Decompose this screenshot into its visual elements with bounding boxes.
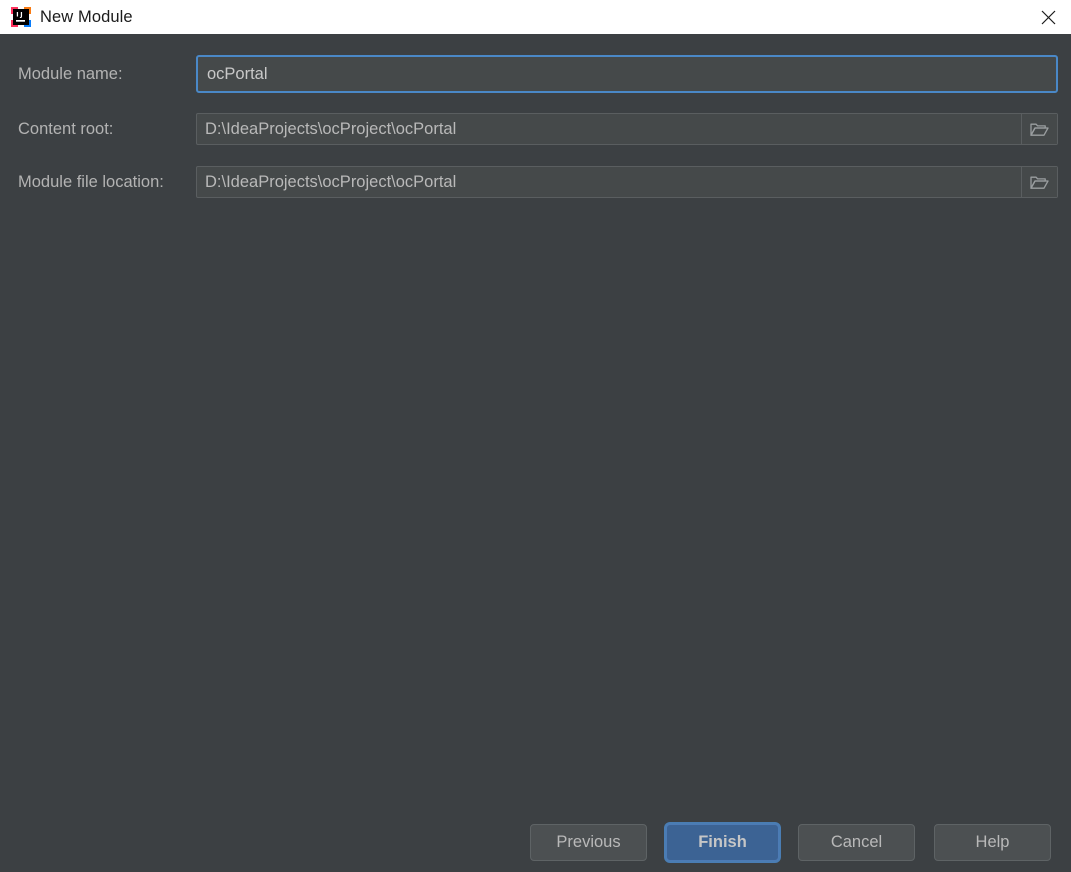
content-root-label: Content root: [18,119,114,138]
folder-icon [1030,122,1049,137]
content-root-path-field [196,113,1058,145]
window-title: New Module [40,7,133,26]
close-icon[interactable] [1025,0,1071,34]
module-file-location-input[interactable] [197,167,1021,197]
dialog-button-bar: Previous Finish Cancel Help [530,824,1051,861]
module-file-location-label: Module file location: [18,172,164,191]
finish-button[interactable]: Finish [666,824,779,861]
previous-button[interactable]: Previous [530,824,647,861]
module-name-input[interactable] [196,55,1058,93]
content-root-field-wrap [196,110,1058,148]
cancel-button[interactable]: Cancel [798,824,915,861]
svg-text:J: J [19,11,22,19]
content-root-browse-button[interactable] [1021,114,1057,144]
module-file-location-browse-button[interactable] [1021,167,1057,197]
field-row-module-name: Module name: [18,55,1058,93]
window-titlebar: I J New Module [0,0,1071,34]
intellij-idea-icon: I J [11,7,31,27]
module-file-location-path-field [196,166,1058,198]
content-root-input[interactable] [197,114,1021,144]
field-row-module-file-location: Module file location: [18,163,1058,201]
folder-icon [1030,175,1049,190]
field-row-content-root: Content root: [18,110,1058,148]
module-file-location-field-wrap [196,163,1058,201]
dialog-body: Module name: Content root: [0,34,1071,872]
help-button[interactable]: Help [934,824,1051,861]
svg-text:I: I [16,11,18,19]
module-name-field-wrap [196,55,1058,93]
module-name-label: Module name: [18,64,123,83]
